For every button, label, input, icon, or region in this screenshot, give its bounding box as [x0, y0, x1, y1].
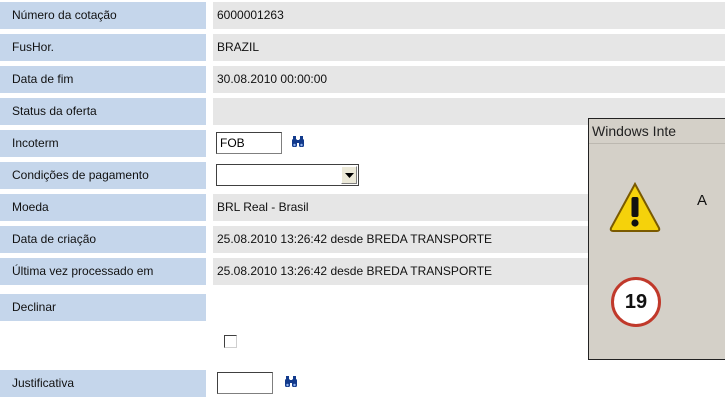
- binoculars-icon[interactable]: [291, 135, 305, 149]
- dialog-title: Windows Inte: [589, 119, 725, 144]
- warning-icon: [609, 181, 661, 232]
- quotation-number-label: Número da cotação: [0, 2, 206, 29]
- payment-terms-select[interactable]: [216, 164, 359, 186]
- payment-terms-dropdown-button[interactable]: [341, 166, 357, 184]
- binoculars-icon[interactable]: [284, 375, 298, 389]
- row-timezone: FusHor. BRAZIL: [0, 32, 725, 64]
- payment-terms-label: Condições de pagamento: [0, 162, 206, 189]
- offer-status-label: Status da oferta: [0, 98, 206, 125]
- row-justification: Justificativa: [0, 368, 725, 400]
- timezone-label: FusHor.: [0, 34, 206, 61]
- end-date-value: 30.08.2010 00:00:00: [213, 66, 725, 93]
- justification-input[interactable]: [217, 372, 273, 394]
- dialog-message: A: [697, 192, 708, 209]
- currency-label: Moeda: [0, 194, 206, 221]
- timezone-value: BRAZIL: [213, 34, 725, 61]
- step-number-badge: 19: [611, 277, 661, 327]
- incoterm-label: Incoterm: [0, 130, 206, 157]
- chevron-down-icon: [345, 173, 354, 178]
- created-on-label: Data de criação: [0, 226, 206, 253]
- row-end-date: Data de fim 30.08.2010 00:00:00: [0, 64, 725, 96]
- justification-label: Justificativa: [0, 370, 206, 397]
- windows-alert-dialog: Windows Inte A: [588, 118, 725, 360]
- dialog-body: A: [589, 144, 725, 359]
- end-date-label: Data de fim: [0, 66, 206, 93]
- row-quotation-number: Número da cotação 6000001263: [0, 0, 725, 32]
- incoterm-input[interactable]: FOB: [216, 132, 282, 154]
- quotation-number-value: 6000001263: [213, 2, 725, 29]
- decline-label: Declinar: [0, 294, 206, 321]
- last-processed-label: Última vez processado em: [0, 258, 206, 285]
